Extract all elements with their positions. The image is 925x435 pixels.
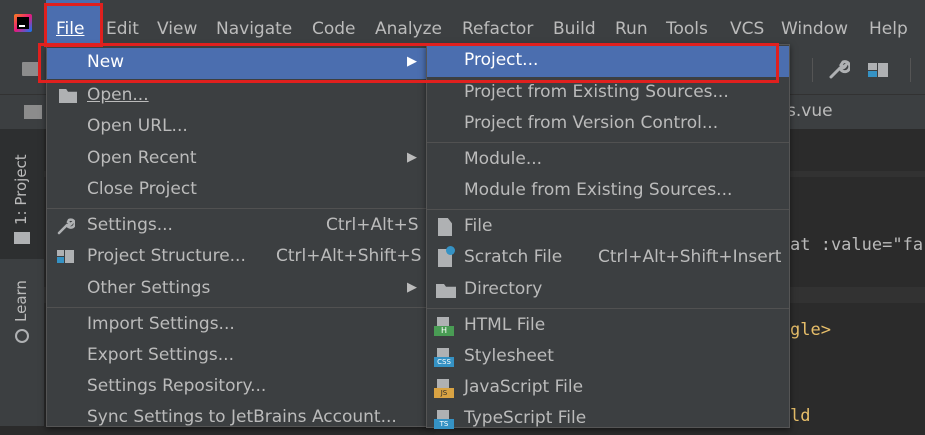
menu-item-settings-repository[interactable]: Settings Repository... xyxy=(47,372,428,403)
wrench-icon[interactable] xyxy=(828,58,852,80)
menu-item-directory[interactable]: Directory xyxy=(427,275,789,306)
menu-separator xyxy=(47,208,428,209)
menu-item-module-existing-sources[interactable]: Module from Existing Sources... xyxy=(427,176,789,207)
menu-code[interactable]: Code xyxy=(312,0,356,46)
menu-item-typescript-file[interactable]: TS TypeScript File xyxy=(427,404,789,435)
menu-item-sync-settings[interactable]: Sync Settings to JetBrains Account... xyxy=(47,403,428,434)
html-file-icon: H xyxy=(434,317,454,336)
menu-item-project-version-control[interactable]: Project from Version Control... xyxy=(427,109,789,140)
project-structure-icon[interactable] xyxy=(868,61,890,79)
menu-separator xyxy=(427,142,789,143)
submenu-arrow-icon: ▶ xyxy=(407,150,417,165)
directory-icon xyxy=(436,284,456,298)
learn-icon xyxy=(15,329,29,343)
menu-item-javascript-file[interactable]: JS JavaScript File xyxy=(427,373,789,404)
menu-item-export-settings[interactable]: Export Settings... xyxy=(47,341,428,372)
scratch-file-icon xyxy=(438,246,455,267)
menu-item-project-structure[interactable]: Project Structure... Ctrl+Alt+Shift+S xyxy=(47,242,428,273)
editor-tab-label[interactable]: s.vue xyxy=(787,101,833,121)
app-logo-icon xyxy=(14,14,32,32)
menu-vcs[interactable]: VCS xyxy=(730,0,764,46)
learn-tool-label[interactable]: Learn xyxy=(12,280,30,322)
menu-refactor[interactable]: Refactor xyxy=(462,0,533,46)
highlight-file-menu xyxy=(44,3,103,47)
highlight-new-item xyxy=(38,43,779,83)
menu-item-settings[interactable]: Settings... Ctrl+Alt+S xyxy=(47,211,428,242)
toolbar-divider xyxy=(812,58,813,82)
menu-run[interactable]: Run xyxy=(615,0,648,46)
left-tool-strip: 1: Project Learn xyxy=(0,129,45,426)
menu-separator xyxy=(47,307,428,308)
menu-separator xyxy=(427,308,789,309)
menu-navigate[interactable]: Navigate xyxy=(216,0,292,46)
menu-item-open[interactable]: Open... xyxy=(47,81,428,112)
menu-item-stylesheet[interactable]: CSS Stylesheet xyxy=(427,342,789,373)
menu-build[interactable]: Build xyxy=(553,0,596,46)
menu-separator xyxy=(427,209,789,210)
open-folder-icon xyxy=(59,89,77,103)
menu-edit[interactable]: Edit xyxy=(106,0,139,46)
menu-item-open-recent[interactable]: Open Recent ▶ xyxy=(47,144,428,175)
menu-bar: File Edit View Navigate Code Analyze Ref… xyxy=(0,0,925,46)
submenu-arrow-icon: ▶ xyxy=(407,280,417,295)
css-file-icon: CSS xyxy=(434,348,454,367)
menu-item-import-settings[interactable]: Import Settings... xyxy=(47,310,428,341)
menu-window[interactable]: Window xyxy=(781,0,848,46)
menu-item-file[interactable]: File xyxy=(427,212,789,243)
wrench-icon xyxy=(57,217,76,235)
code-line: gle> xyxy=(790,320,831,340)
menu-view[interactable]: View xyxy=(157,0,197,46)
code-line: at :value="fa xyxy=(790,235,924,255)
project-tool-label[interactable]: 1: Project xyxy=(12,154,30,225)
file-icon xyxy=(438,218,452,236)
folder-icon xyxy=(14,232,30,244)
code-line: ld xyxy=(790,406,811,426)
menu-analyze[interactable]: Analyze xyxy=(375,0,442,46)
new-submenu: Project... Project from Existing Sources… xyxy=(426,44,790,429)
menu-item-html-file[interactable]: H HTML File xyxy=(427,311,789,342)
js-file-icon: JS xyxy=(434,379,454,398)
menu-item-scratch-file[interactable]: Scratch File Ctrl+Alt+Shift+Insert xyxy=(427,243,789,274)
menu-item-module[interactable]: Module... xyxy=(427,145,789,176)
menu-help[interactable]: Help xyxy=(869,0,908,46)
ts-file-icon: TS xyxy=(434,410,454,429)
menu-item-other-settings[interactable]: Other Settings ▶ xyxy=(47,274,428,305)
folder-icon xyxy=(24,105,42,119)
menu-item-open-url[interactable]: Open URL... xyxy=(47,112,428,143)
menu-tools[interactable]: Tools xyxy=(666,0,708,46)
menu-item-close-project[interactable]: Close Project xyxy=(47,175,428,206)
project-structure-icon xyxy=(57,248,75,266)
toolbar-divider xyxy=(910,58,911,82)
file-menu: New ▶ Open... Open URL... Open Recent ▶ … xyxy=(46,46,429,427)
